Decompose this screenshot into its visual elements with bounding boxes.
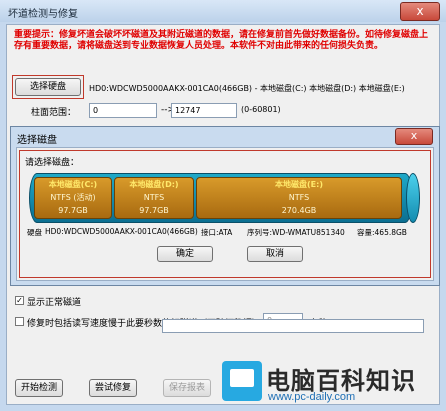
try-repair-button[interactable]: 尝试修复: [89, 379, 137, 397]
dialog-title: 选择磁盘: [17, 135, 57, 146]
watermark-url: www.pc-daily.com: [268, 391, 356, 403]
partition-c-fs: NTFS (活动): [50, 193, 96, 202]
partition-e-fs: NTFS: [288, 193, 310, 202]
range-end-input[interactable]: 12747: [171, 103, 237, 118]
range-start-input[interactable]: 0: [89, 103, 157, 118]
partition-d-size: 97.7GB: [139, 206, 169, 215]
disk-info-model: HD0:WDCWD5000AAKX-001CA0(466GB): [45, 227, 198, 236]
disk-info-serial: 序列号:WD-WMATU851340: [247, 228, 345, 237]
partition-c-size: 97.7GB: [58, 206, 88, 215]
progress-bar: [162, 319, 424, 333]
save-report-button[interactable]: 保存报表: [163, 379, 211, 397]
range-hint: (0-60801): [241, 105, 281, 114]
show-normal-label: 显示正常磁道: [27, 298, 82, 308]
disk-graphic[interactable]: 本地磁盘(C:) NTFS (活动) 97.7GB 本地磁盘(D:) NTFS …: [29, 173, 413, 223]
select-disk-dialog: 选择磁盘 x 请选择磁盘： 本地磁盘(C:) NTFS (活动) 97.7GB …: [10, 126, 440, 286]
dialog-client: 请选择磁盘： 本地磁盘(C:) NTFS (活动) 97.7GB 本地磁盘(D:…: [16, 147, 434, 281]
disk-graphic-end: [406, 173, 420, 223]
repair-slow-checkbox[interactable]: [15, 317, 24, 326]
partition-d[interactable]: 本地磁盘(D:) NTFS 97.7GB: [114, 177, 194, 219]
disk-info-label: 硬盘: [27, 228, 42, 237]
window-title: 坏道检测与修复: [8, 9, 78, 20]
title-bar: 坏道检测与修复 x: [0, 0, 446, 22]
monitor-icon: [222, 361, 262, 401]
disk-summary: HD0:WDCWD5000AAKX-001CA0(466GB) - 本地磁盘(C…: [89, 84, 405, 93]
partition-e-name: 本地磁盘(E:): [275, 180, 323, 189]
monitor-screen-icon: [230, 369, 254, 387]
partition-c-name: 本地磁盘(C:): [48, 180, 98, 189]
partition-e[interactable]: 本地磁盘(E:) NTFS 270.4GB: [196, 177, 402, 219]
disk-info-capacity: 容量:465.8GB: [357, 228, 407, 237]
partition-d-name: 本地磁盘(D:): [129, 180, 179, 189]
dialog-cancel-button[interactable]: 取消: [247, 246, 303, 262]
start-detect-button[interactable]: 开始检测: [15, 379, 63, 397]
dialog-prompt: 请选择磁盘：: [25, 158, 80, 168]
disk-info-interface: 接口:ATA: [201, 228, 233, 237]
select-disk-button[interactable]: 选择硬盘: [15, 78, 81, 96]
warning-text: 重要提示：修复坏道会破坏坏磁道及其附近磁道的数据，请在修复前首先做好数据备份。如…: [14, 30, 429, 51]
window-close-button[interactable]: x: [400, 2, 440, 21]
show-normal-checkbox[interactable]: ✓: [15, 296, 24, 305]
main-window: 坏道检测与修复 x 重要提示：修复坏道会破坏坏磁道及其附近磁道的数据，请在修复前…: [0, 0, 446, 411]
watermark-logo: 电脑百科知识 www.pc-daily.com: [218, 355, 446, 411]
dialog-ok-button[interactable]: 确定: [157, 246, 213, 262]
partition-d-fs: NTFS: [143, 193, 165, 202]
dialog-close-button[interactable]: x: [395, 128, 433, 145]
partition-c[interactable]: 本地磁盘(C:) NTFS (活动) 97.7GB: [34, 177, 112, 219]
partition-e-size: 270.4GB: [281, 206, 317, 215]
range-label: 柱面范围：: [31, 108, 77, 118]
